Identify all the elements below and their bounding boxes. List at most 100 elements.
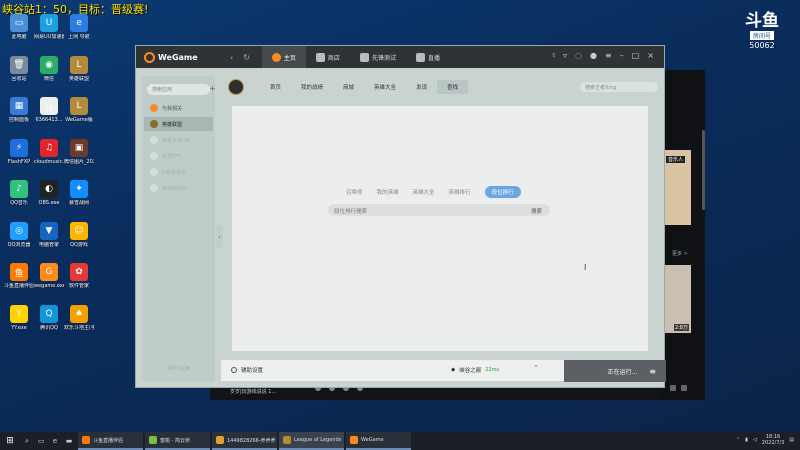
fullscreen-icon[interactable] — [681, 385, 687, 391]
chat-icon[interactable]: ◌ — [575, 51, 582, 60]
sidebar-item[interactable]: 英雄联盟 — [144, 117, 213, 131]
server-selector[interactable]: ◆ 峡谷之巅 22ms — [451, 366, 499, 374]
taskbar-item[interactable]: WeGame — [346, 432, 411, 450]
search-icon[interactable]: ⌕ — [20, 437, 34, 446]
file-explorer-icon[interactable]: ▬ — [62, 437, 76, 445]
clock[interactable]: 18:16 2022/7/3 — [762, 434, 784, 446]
sidebar-collapse-button[interactable]: ‹ — [216, 226, 223, 248]
app-search-placeholder: 搜索应用 — [152, 87, 173, 93]
lol-tab[interactable]: 英雄大全 — [364, 80, 406, 94]
sidebar-item[interactable]: 云顶TFT... — [144, 149, 213, 163]
desktop-icon[interactable]: ▣微信图片_2022061... — [64, 138, 94, 165]
tab-3[interactable]: 直播 — [406, 46, 450, 68]
douyu-logo: 斗鱼 房间号 50062 — [742, 12, 782, 50]
app-icon: Q — [40, 304, 58, 323]
desktop-icon[interactable]: Q 腾讯QQ — [34, 304, 64, 331]
sidebar-item[interactable]: H游戏游戏 — [144, 165, 213, 179]
video-card[interactable]: 2:8万 — [664, 265, 691, 333]
desktop-icon[interactable]: L 英雄联盟 — [64, 55, 94, 82]
add-app-icon[interactable]: + — [209, 84, 216, 93]
desktop-icon[interactable]: e 上网 导航 — [64, 14, 94, 40]
background-scrollbar[interactable] — [702, 130, 705, 210]
desktop-icon[interactable]: ♪ QQ音乐 — [4, 180, 34, 206]
desktop-icon[interactable]: ▦ 控制面板 — [4, 97, 34, 123]
app-icon: 斗 — [40, 97, 58, 115]
desktop-icon[interactable]: U 网易UU加速器 — [34, 14, 64, 40]
rank-search-input[interactable]: 段位排行搜索 搜索 — [328, 204, 550, 216]
play-icon[interactable] — [670, 385, 676, 391]
desktop-icon[interactable]: ▭ 此电脑 — [4, 14, 34, 40]
notification-icon[interactable]: ▤ — [789, 437, 794, 443]
server-ping: 22ms — [485, 367, 500, 373]
sub-tab[interactable]: 英雄大全 — [413, 188, 435, 196]
tab-0[interactable]: 主页 — [261, 46, 306, 68]
desktop-icon[interactable]: ♫ cloudmusic... — [34, 138, 64, 165]
volume-icon[interactable]: ◁ — [753, 437, 757, 443]
app-count: 共6个应用 — [166, 366, 191, 372]
lol-tab[interactable]: 查找 — [437, 80, 469, 94]
back-arrow-icon[interactable]: ‹ — [230, 53, 233, 62]
lol-tab[interactable]: 首页 — [260, 80, 291, 94]
rank-search-button[interactable]: 搜索 — [531, 207, 542, 215]
close-icon[interactable]: × — [647, 51, 654, 60]
app-search-input[interactable]: 搜索应用 + — [147, 84, 216, 95]
headset-icon[interactable]: ♮ — [552, 51, 555, 60]
app-icon: ▭ — [10, 14, 28, 32]
desktop-icon[interactable]: Gwegame.exe — [34, 263, 64, 289]
sidebar-item[interactable]: 游戏库BOL — [144, 181, 213, 195]
network-icon[interactable]: ▮ — [745, 437, 748, 443]
wegame-footer: 辅助设置 ◆ 峡谷之巅 22ms ⌃ 正在运行... ≡ — [221, 359, 666, 382]
lol-tab[interactable]: 商城 — [333, 80, 364, 94]
taskbar-item[interactable]: 蜜桃 - 简云桥 — [145, 432, 210, 450]
maximize-icon[interactable]: □ — [632, 51, 640, 60]
windows-start-icon[interactable]: ⊞ — [0, 436, 20, 446]
refresh-icon[interactable]: ↻ — [243, 53, 250, 62]
sub-tab[interactable]: 英雄排行 — [449, 188, 471, 196]
taskbar-item[interactable]: 斗鱼直播伴侣 — [78, 432, 143, 450]
avatar[interactable]: ● — [590, 51, 597, 60]
desktop-icon[interactable]: 🗑 回收站 — [4, 55, 34, 82]
wegame-window: WeGame ‹ ↻ 主页 商店 先锋测试 直播 ♮ ▿ ◌ ● ≡ – □ × 搜索… — [135, 45, 666, 388]
taskbar-item[interactable]: 1449828266-养养养 — [212, 432, 277, 450]
desktop-icon[interactable]: 斗 6366413... — [34, 97, 64, 123]
shirt-icon[interactable]: ▿ — [563, 51, 567, 60]
lol-tab[interactable]: 我的战绩 — [291, 80, 333, 94]
sidebar-item[interactable]: 英雄大战+R... — [144, 133, 213, 147]
desktop-icon[interactable]: ☺ QQ游戏 — [64, 221, 94, 248]
tab-1[interactable]: 商店 — [306, 46, 350, 68]
lol-tab[interactable]: 发现 — [406, 80, 437, 94]
settings-icon — [231, 367, 237, 373]
desktop-icon[interactable]: Y YY.exe — [4, 304, 34, 331]
sidebar-item[interactable]: 与我相关 — [144, 101, 213, 115]
desktop-icon[interactable]: 鱼斗鱼直播伴侣 — [4, 263, 34, 289]
more-link[interactable]: 更多 > — [672, 250, 688, 257]
running-button[interactable]: 正在运行... ≡ — [564, 360, 666, 382]
hamburger-menu-icon[interactable]: ≡ — [649, 367, 656, 376]
music-card[interactable]: 音乐人 — [664, 150, 691, 225]
desktop-icon[interactable]: ◉ 微信 — [34, 55, 64, 82]
taskbar-item[interactable]: League of Legends — [279, 432, 344, 450]
desktop-icon[interactable]: ✿ 软件管家 — [64, 263, 94, 289]
tab-2[interactable]: 先锋测试 — [350, 46, 406, 68]
desktop-icon[interactable]: L WeGame版 — [64, 97, 94, 123]
tray-chevron-icon[interactable]: ⌃ — [736, 437, 740, 443]
edge-icon[interactable]: e — [48, 437, 62, 445]
sub-tab[interactable]: 召唤师 — [346, 188, 363, 196]
desktop-icon[interactable]: ✦ 暴雪战网 — [64, 180, 94, 206]
desktop-icon[interactable]: ◐ OBS.exe — [34, 180, 64, 206]
minimize-icon[interactable]: – — [620, 51, 624, 60]
desktop-icon[interactable]: ◎ QQ浏览器 — [4, 221, 34, 248]
desktop-icon[interactable]: ♠欢乐斗地主(手游电脑版) — [64, 304, 94, 331]
desktop-icon[interactable]: ▼ 电脑管家 — [34, 221, 64, 248]
lol-search-input[interactable]: 搜索王者Xing — [580, 82, 658, 92]
app-icon: ☺ — [70, 221, 88, 240]
task-view-icon[interactable]: ▭ — [34, 437, 48, 445]
sub-tab[interactable]: 我的英雄 — [377, 188, 399, 196]
tab-label: 商店 — [327, 54, 340, 62]
aux-settings-button[interactable]: 辅助设置 — [231, 366, 263, 374]
desktop-icon[interactable]: ⚡ FlashFXP — [4, 138, 34, 165]
sub-tab[interactable]: 段位排行 — [484, 186, 521, 198]
chevron-up-icon[interactable]: ⌃ — [533, 364, 539, 372]
menu-icon[interactable]: ≡ — [605, 51, 612, 60]
tab-label: 直播 — [427, 54, 440, 62]
